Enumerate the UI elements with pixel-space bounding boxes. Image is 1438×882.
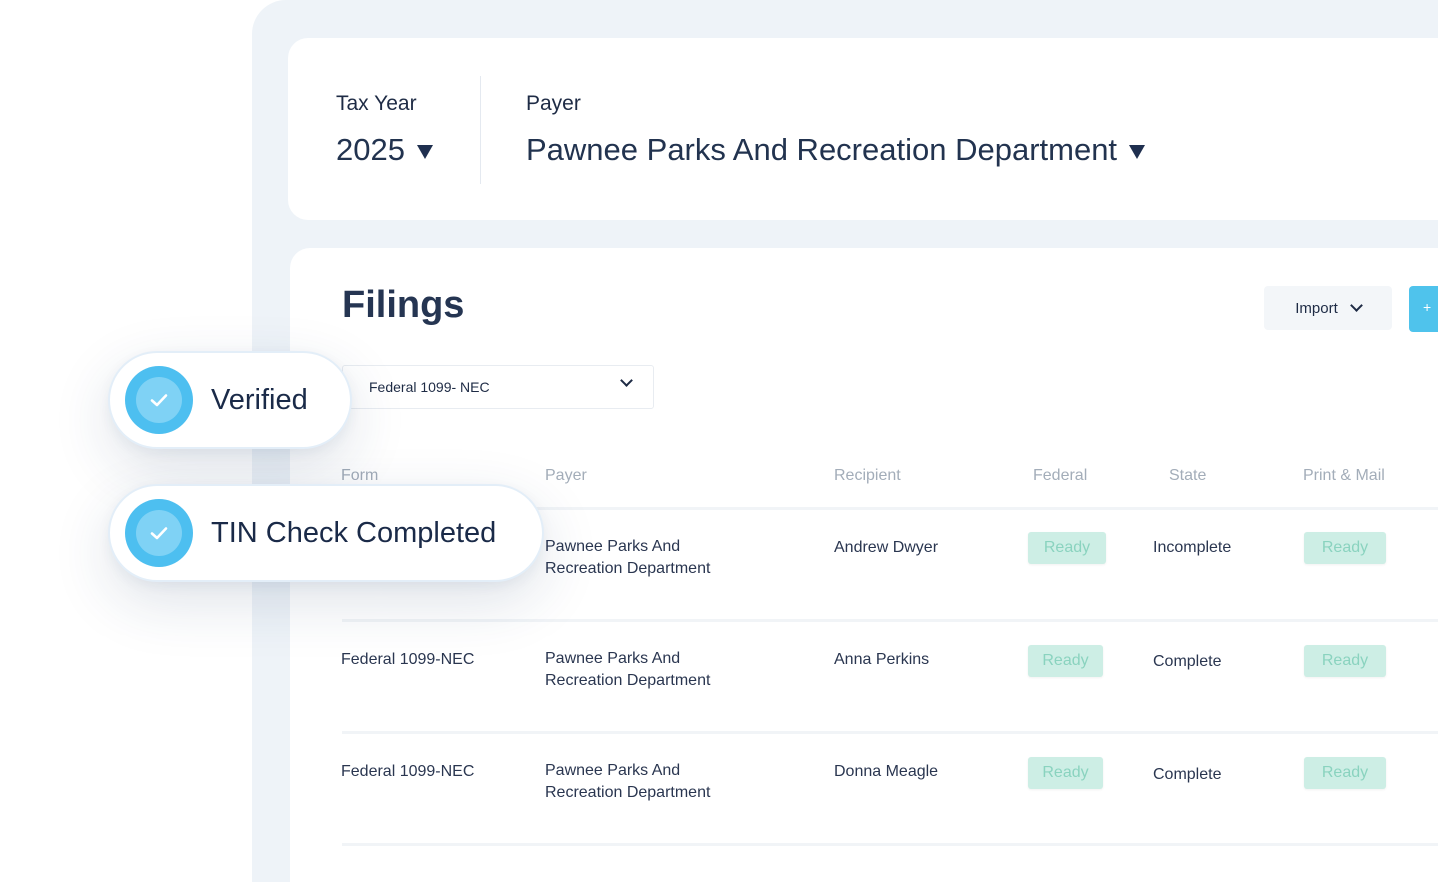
form-type-value: Federal 1099- NEC xyxy=(369,379,490,395)
page-title: Filings xyxy=(342,284,465,326)
print-mail-status-badge: Ready xyxy=(1304,532,1386,564)
chevron-down-icon xyxy=(1349,299,1363,312)
column-header-state[interactable]: State xyxy=(1169,467,1206,485)
column-header-payer[interactable]: Payer xyxy=(545,467,587,485)
tax-year-label: Tax Year xyxy=(336,92,417,115)
row-divider xyxy=(342,619,1438,622)
cell-form: Federal 1099-NEC xyxy=(341,763,475,780)
add-filing-button[interactable]: + xyxy=(1409,286,1438,332)
app-stage: Tax Year 2025 Payer Pawnee Parks And Rec… xyxy=(0,0,1438,882)
cell-payer-line2: Recreation Department xyxy=(545,672,711,689)
row-divider xyxy=(342,731,1438,734)
column-header-print-mail[interactable]: Print & Mail xyxy=(1303,467,1385,485)
tin-check-label: TIN Check Completed xyxy=(211,516,497,549)
checkmark-icon xyxy=(150,527,168,540)
cell-recipient: Andrew Dwyer xyxy=(834,539,939,556)
cell-recipient: Anna Perkins xyxy=(834,651,930,668)
form-type-select[interactable]: Federal 1099- NEC xyxy=(342,365,654,409)
verified-badge: Verified xyxy=(108,351,352,449)
column-header-form[interactable]: Form xyxy=(341,467,378,485)
tax-year-value: 2025 xyxy=(336,132,405,167)
federal-status-badge: Ready xyxy=(1028,532,1106,564)
cell-payer-line1: Pawnee Parks And xyxy=(545,538,681,555)
column-header-recipient[interactable]: Recipient xyxy=(834,467,901,485)
check-circle-icon xyxy=(125,366,193,434)
cell-payer-line2: Recreation Department xyxy=(545,784,711,801)
federal-status-badge: Ready xyxy=(1028,757,1103,789)
caret-down-icon xyxy=(416,145,433,159)
cell-state: Complete xyxy=(1153,766,1222,783)
tax-year-dropdown[interactable]: 2025 xyxy=(336,132,433,168)
header-card xyxy=(288,38,1438,220)
tin-check-badge: TIN Check Completed xyxy=(108,484,544,582)
header-divider xyxy=(480,76,481,184)
print-mail-status-badge: Ready xyxy=(1304,757,1386,789)
print-mail-status-badge: Ready xyxy=(1304,645,1386,677)
check-circle-icon xyxy=(125,499,193,567)
cell-payer-line2: Recreation Department xyxy=(545,560,711,577)
column-header-federal[interactable]: Federal xyxy=(1033,467,1087,485)
plus-icon: + xyxy=(1423,299,1432,315)
cell-payer: Pawnee Parks And Recreation Department xyxy=(545,648,710,692)
cell-form: Federal 1099-NEC xyxy=(341,651,475,668)
payer-value: Pawnee Parks And Recreation Department xyxy=(526,132,1118,167)
chevron-down-icon xyxy=(620,374,633,387)
federal-status-badge: Ready xyxy=(1028,645,1103,677)
import-button[interactable]: Import xyxy=(1264,286,1392,330)
cell-payer-line1: Pawnee Parks And xyxy=(545,650,681,667)
row-divider xyxy=(342,843,1438,846)
cell-payer: Pawnee Parks And Recreation Department xyxy=(545,536,710,580)
caret-down-icon xyxy=(1129,145,1146,159)
import-label: Import xyxy=(1295,299,1338,317)
verified-label: Verified xyxy=(211,383,308,416)
cell-payer: Pawnee Parks And Recreation Department xyxy=(545,760,710,804)
cell-payer-line1: Pawnee Parks And xyxy=(545,762,681,779)
payer-dropdown[interactable]: Pawnee Parks And Recreation Department xyxy=(526,132,1146,168)
payer-label: Payer xyxy=(526,92,581,115)
cell-state: Complete xyxy=(1153,653,1222,670)
cell-state: Incomplete xyxy=(1153,539,1232,556)
cell-recipient: Donna Meagle xyxy=(834,763,939,780)
checkmark-icon xyxy=(150,394,168,407)
